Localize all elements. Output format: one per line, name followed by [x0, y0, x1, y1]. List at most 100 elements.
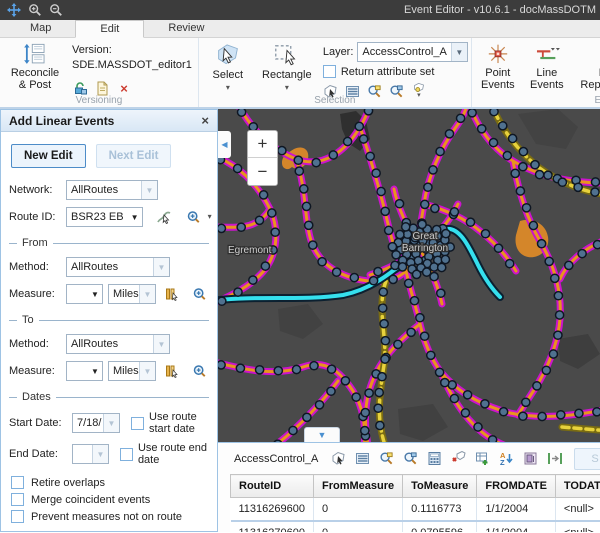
to-measure-dropdown[interactable]: ▼	[66, 361, 103, 381]
table-save-button[interactable]: S	[574, 448, 600, 470]
select-button[interactable]: Select ▾	[205, 41, 251, 94]
to-method-label: Method:	[9, 338, 61, 350]
select-icon	[214, 43, 242, 67]
table-layer-name: AccessControl_A	[234, 453, 318, 465]
end-date-dropdown[interactable]: ▼	[72, 444, 109, 464]
route-zoom-icon[interactable]	[187, 209, 203, 225]
start-date-dropdown[interactable]: 7/18/ ▼	[72, 413, 120, 433]
from-measure-label: Measure:	[9, 288, 61, 300]
network-label: Network:	[9, 184, 61, 196]
table-add-row-icon[interactable]	[475, 451, 490, 467]
from-measure-dropdown[interactable]: ▼	[66, 284, 103, 304]
col-fromdate[interactable]: FROMDATE	[477, 475, 556, 498]
reconcile-post-button[interactable]: Reconcile & Post	[6, 41, 64, 94]
from-method-dropdown[interactable]: AllRoutes ▼	[66, 257, 170, 277]
pan-icon[interactable]	[6, 2, 22, 18]
col-routeid[interactable]: RouteID	[231, 475, 314, 498]
panel-collapse-handle[interactable]: ◀	[218, 131, 231, 158]
table-calculate-icon[interactable]	[427, 451, 442, 467]
table-sort-icon[interactable]: AZ	[499, 451, 514, 467]
from-zoom-icon[interactable]	[193, 286, 209, 302]
from-unit-dropdown[interactable]: Miles ▼	[108, 284, 156, 304]
prevent-measures-checkbox[interactable]	[11, 510, 24, 523]
merge-coincident-events-checkbox[interactable]	[11, 493, 24, 506]
from-pick-measure-icon[interactable]	[165, 286, 180, 302]
table-measure-range-icon[interactable]	[547, 451, 563, 467]
retire-overlaps-checkbox[interactable]	[11, 476, 24, 489]
event-table-body: 1131626960000.11167731/1/2004<null>N1131…	[231, 498, 600, 533]
table-list-icon[interactable]	[355, 451, 370, 467]
tab-map[interactable]: Map	[6, 20, 75, 37]
use-route-end-date-checkbox[interactable]	[120, 448, 133, 461]
to-measure-caret-icon: ▼	[88, 362, 102, 380]
to-legend: To	[22, 314, 34, 326]
point-events-icon	[485, 43, 511, 65]
unlock-version-icon[interactable]	[72, 80, 88, 96]
table-attributes-icon[interactable]	[523, 451, 538, 467]
network-dropdown[interactable]: AllRoutes ▼	[66, 180, 158, 200]
event-table: RouteID FromMeasure ToMeasure FROMDATE T…	[230, 474, 600, 532]
panel-close-icon[interactable]: ×	[201, 113, 209, 128]
prevent-measures-label: Prevent measures not on route	[31, 511, 182, 523]
table-zoom-selected-icon[interactable]	[379, 451, 394, 467]
table-zoom-all-icon[interactable]	[403, 451, 418, 467]
select-label: Select	[213, 69, 244, 82]
new-edit-button[interactable]: New Edit	[11, 144, 86, 168]
col-todate[interactable]: TODATE	[555, 475, 600, 498]
group-versioning: Reconcile & Post Version: SDE.MASSDOT_ed…	[0, 38, 199, 107]
table-collapse-handle[interactable]: ▼	[304, 427, 340, 442]
reconcile-post-label: Reconcile & Post	[8, 67, 62, 92]
start-date-caret-icon: ▼	[103, 414, 119, 432]
dates-section: Dates Start Date: 7/18/ ▼ Use route star…	[9, 391, 209, 466]
titlebar: Event Editor - v10.6.1 - docMassDOTM	[0, 0, 600, 20]
network-caret-icon: ▼	[141, 181, 157, 199]
map-label-egremont: Egremont	[228, 245, 272, 256]
event-replacement-button[interactable]: Event Replacement	[576, 41, 600, 94]
zoom-out-icon[interactable]	[48, 2, 64, 18]
from-measure-caret-icon: ▼	[88, 285, 102, 303]
map-view[interactable]: Egremont Great Barrington + − ◀ ▼	[218, 109, 600, 442]
attribute-table-dock: AccessControl_A	[218, 442, 600, 532]
layer-dropdown-caret-icon: ▼	[451, 43, 467, 61]
table-delete-selected-icon[interactable]	[451, 451, 466, 467]
network-value: AllRoutes	[67, 181, 141, 199]
to-measure-label: Measure:	[9, 365, 61, 377]
return-attribute-set-checkbox[interactable]	[323, 65, 336, 78]
point-events-button[interactable]: Point Events	[478, 41, 518, 94]
rectangle-button[interactable]: Rectangle ▾	[259, 41, 315, 94]
delete-version-icon[interactable]: ×	[116, 80, 132, 96]
to-zoom-icon[interactable]	[193, 363, 209, 379]
route-zoom-caret-icon[interactable]: ▾	[208, 213, 212, 221]
end-date-caret-icon: ▼	[92, 445, 108, 463]
table-select-features-icon[interactable]	[331, 451, 346, 467]
route-id-dropdown[interactable]: BSR23 EB ▼	[66, 207, 143, 227]
map-zoom-out-button[interactable]: −	[248, 158, 277, 185]
tab-edit[interactable]: Edit	[75, 20, 144, 38]
col-tomeasure[interactable]: ToMeasure	[403, 475, 477, 498]
map-zoom-in-button[interactable]: +	[248, 131, 277, 158]
new-version-icon[interactable]	[94, 80, 110, 96]
svg-text:Z: Z	[500, 458, 505, 466]
col-frommeasure[interactable]: FromMeasure	[313, 475, 402, 498]
table-header-row: RouteID FromMeasure ToMeasure FROMDATE T…	[231, 475, 600, 498]
from-measure-value	[67, 285, 88, 303]
table-row[interactable]: 1131627060000.07955961/1/2004<null>N	[231, 521, 600, 532]
to-section: To Method: AllRoutes ▼ Measure: ▼ Mil	[9, 314, 209, 381]
use-route-end-date-label: Use route end date	[138, 442, 209, 466]
select-caret-icon: ▾	[226, 84, 230, 92]
layer-dropdown[interactable]: AccessControl_A ▼	[357, 42, 467, 62]
next-edit-button[interactable]: Next Edit	[96, 144, 172, 168]
use-route-start-date-checkbox[interactable]	[131, 417, 144, 430]
to-method-dropdown[interactable]: AllRoutes ▼	[66, 334, 170, 354]
to-pick-measure-icon[interactable]	[165, 363, 180, 379]
to-unit-dropdown[interactable]: Miles ▼	[108, 361, 156, 381]
tab-review[interactable]: Review	[144, 20, 228, 37]
zoom-in-icon[interactable]	[27, 2, 43, 18]
event-replacement-label: Event Replacement	[578, 67, 600, 92]
select-route-icon[interactable]	[156, 209, 172, 225]
table-row[interactable]: 1131626960000.11167731/1/2004<null>N	[231, 498, 600, 522]
line-events-button[interactable]: Line Events	[526, 41, 568, 94]
route-id-value: BSR23 EB	[67, 208, 128, 226]
use-route-start-date-label: Use route start date	[149, 411, 209, 435]
route-id-caret-icon: ▼	[128, 208, 142, 226]
